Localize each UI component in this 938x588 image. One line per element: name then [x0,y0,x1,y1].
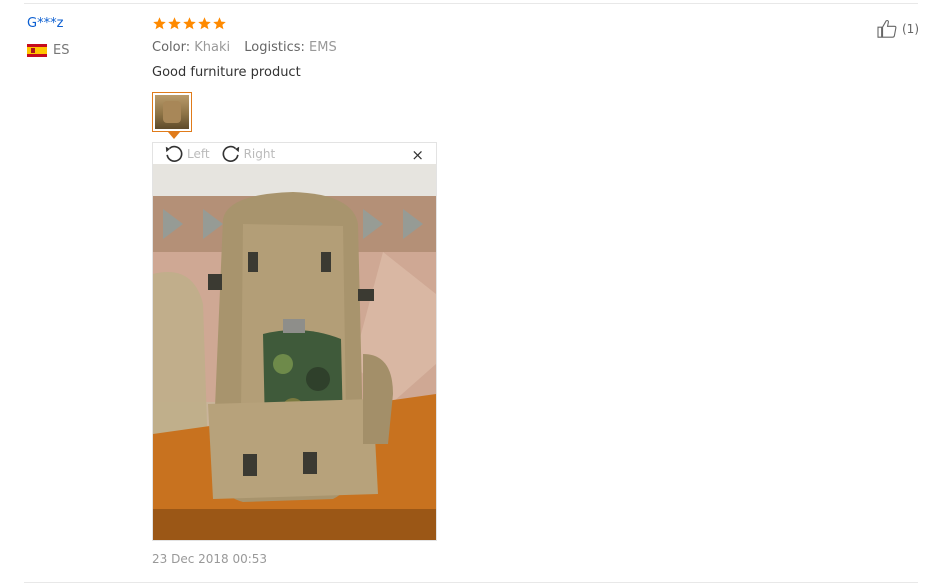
rotate-left-button[interactable]: Left [163,144,210,164]
rotate-right-icon [222,145,239,162]
thumbnail-image [155,95,189,129]
rotate-right-label: Right [243,146,276,161]
star-icon [183,17,196,30]
top-divider [24,3,918,4]
review-photo-large [153,164,436,540]
reviewer-name[interactable]: G***z [27,16,63,31]
close-viewer-button[interactable]: × [411,146,424,164]
helpful-like-button[interactable]: (1) [876,19,919,39]
star-icon [153,17,166,30]
rotate-left-icon [165,145,183,162]
thumbnail-selected-caret [168,132,180,139]
feedback-text: Good furniture product [152,65,301,80]
like-count: (1) [902,22,919,36]
rotate-left-label: Left [187,146,210,161]
star-icon [198,17,211,30]
attr-color-value: Khaki [194,40,231,55]
star-icon [213,17,226,30]
viewer-toolbar: Left Right × [153,143,436,164]
attr-logistics-key: Logistics: [244,40,305,55]
spain-flag-icon [27,44,47,57]
rotate-right-button[interactable]: Right [220,144,276,164]
review-photo-thumbnail[interactable] [152,92,192,132]
star-icon [168,17,181,30]
reviewer-country: ES [27,43,69,58]
country-code: ES [53,43,70,58]
photo-viewer: Left Right × [152,142,437,541]
order-attributes: Color: Khaki Logistics: EMS [152,40,347,55]
thumbs-up-icon [877,19,897,38]
star-rating [152,16,227,31]
review-date: 23 Dec 2018 00:53 [152,552,268,566]
attr-color-key: Color: [152,40,191,55]
attr-logistics-value: EMS [309,40,337,55]
bottom-divider [24,582,918,583]
backpack-photo [153,164,436,540]
